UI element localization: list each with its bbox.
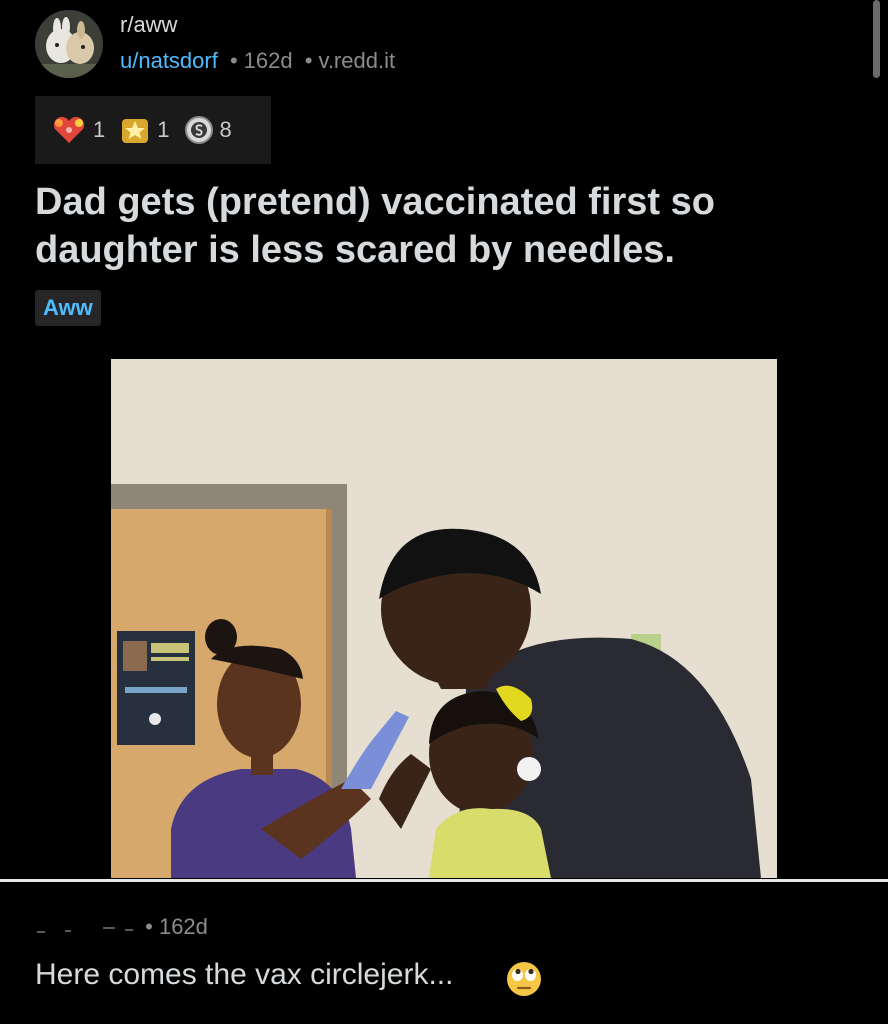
award-star[interactable]: 1 xyxy=(119,114,170,146)
award-count: 1 xyxy=(157,117,170,142)
post-flair[interactable]: Aww xyxy=(35,290,101,326)
comment-author-redacted xyxy=(35,918,139,938)
post-title[interactable]: Dad gets (pretend) vaccinated first so d… xyxy=(35,178,835,274)
awards-bar[interactable]: 1 1 8 xyxy=(35,96,271,164)
subreddit-name[interactable]: r/aww xyxy=(120,12,177,38)
award-heart[interactable]: 1 xyxy=(51,115,105,145)
separator-dot: • xyxy=(304,48,313,73)
separator-dot: • xyxy=(145,914,153,939)
author-link[interactable]: u/natsdorf xyxy=(120,48,218,73)
heart-award-icon xyxy=(53,116,85,143)
award-count: 8 xyxy=(219,117,232,142)
award-coin[interactable]: 8 xyxy=(184,115,232,145)
post-age: 162d xyxy=(243,48,293,73)
subreddit-avatar[interactable] xyxy=(35,10,103,78)
post-meta: u/natsdorf • 162d • v.redd.it xyxy=(120,48,395,74)
video-thumbnail[interactable] xyxy=(111,359,777,878)
face-with-rolling-eyes-icon xyxy=(507,962,541,996)
star-award-icon xyxy=(122,119,149,143)
coin-award-icon xyxy=(184,116,213,144)
comment-age: 162d xyxy=(158,914,208,939)
comment-body: Here comes the vax circlejerk... xyxy=(35,958,454,991)
post-domain[interactable]: v.redd.it xyxy=(318,48,395,73)
divider xyxy=(0,879,888,882)
comment-meta: • 162d xyxy=(35,914,208,940)
separator-dot: • xyxy=(229,48,238,73)
award-count: 1 xyxy=(93,117,106,142)
daughter-top xyxy=(429,808,551,878)
scrollbar[interactable] xyxy=(873,0,880,78)
